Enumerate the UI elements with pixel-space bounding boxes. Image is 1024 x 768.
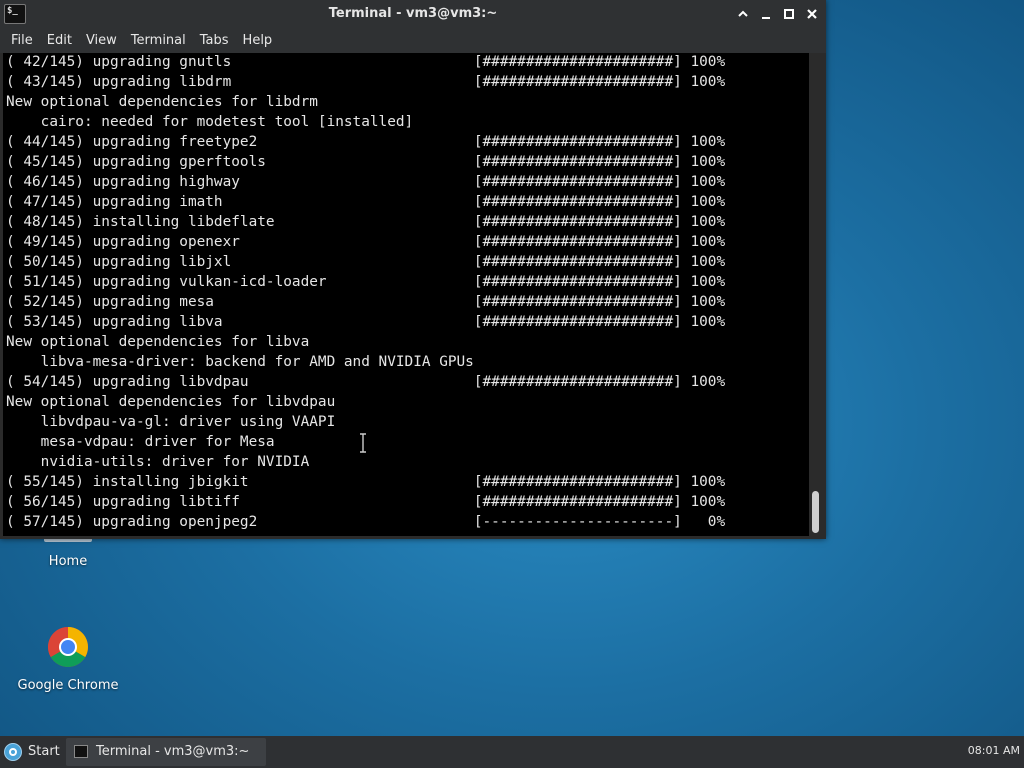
taskbar: Start Terminal - vm3@vm3:~ 08:01 AM (0, 736, 1024, 768)
terminal-line: libva-mesa-driver: backend for AMD and N… (6, 354, 474, 370)
terminal-line: ( 48/145) installing libdeflate [#######… (6, 214, 726, 230)
terminal-task-icon (74, 745, 88, 758)
terminal-line: ( 45/145) upgrading gperftools [########… (6, 154, 726, 170)
terminal-output[interactable]: ( 42/145) upgrading gnutls [############… (3, 53, 809, 536)
window-title: Terminal - vm3@vm3:~ (328, 6, 498, 21)
terminal-line: ( 44/145) upgrading freetype2 [#########… (6, 134, 726, 150)
menu-file[interactable]: File (0, 29, 40, 48)
text-cursor-icon (360, 433, 366, 453)
start-orb-icon (4, 743, 22, 761)
terminal-line: nvidia-utils: driver for NVIDIA (6, 454, 310, 470)
terminal-line: cairo: needed for modetest tool [install… (6, 114, 414, 130)
chevron-up-icon (738, 10, 748, 17)
terminal-line: libvdpau-va-gl: driver using VAAPI (6, 414, 336, 430)
clock[interactable]: 08:01 AM (968, 744, 1020, 757)
close-icon (807, 9, 817, 19)
terminal-line: New optional dependencies for libva (6, 334, 310, 350)
menu-tabs[interactable]: Tabs (193, 29, 236, 48)
roll-up-button[interactable] (733, 4, 753, 24)
chrome-icon (48, 627, 88, 667)
terminal-line: ( 46/145) upgrading highway [###########… (6, 174, 726, 190)
terminal-line: ( 55/145) installing jbigkit [##########… (6, 474, 726, 490)
taskbar-item-label: Terminal - vm3@vm3:~ (96, 744, 250, 759)
terminal-line: ( 53/145) upgrading libva [#############… (6, 314, 726, 330)
close-button[interactable] (802, 4, 822, 24)
terminal-window: $_ Terminal - vm3@vm3:~ File Edit View Term… (0, 0, 826, 539)
menu-terminal[interactable]: Terminal (124, 29, 193, 48)
minimize-icon (762, 17, 770, 19)
menu-bar: File Edit View Terminal Tabs Help (0, 29, 826, 53)
window-titlebar[interactable]: $_ Terminal - vm3@vm3:~ (0, 0, 826, 29)
terminal-line: ( 50/145) upgrading libjxl [############… (6, 254, 726, 270)
terminal-line: ( 52/145) upgrading mesa [##############… (6, 294, 726, 310)
maximize-button[interactable] (779, 4, 799, 24)
menu-edit[interactable]: Edit (40, 29, 79, 48)
terminal-line: ( 49/145) upgrading openexr [###########… (6, 234, 726, 250)
desktop-icon-google-chrome[interactable]: Google Chrome (8, 626, 128, 693)
start-label: Start (28, 744, 60, 759)
terminal-lines: ( 42/145) upgrading gnutls [############… (6, 53, 725, 532)
menu-view[interactable]: View (79, 29, 124, 48)
scrollbar[interactable] (809, 53, 823, 536)
terminal-line: ( 43/145) upgrading libdrm [############… (6, 74, 726, 90)
terminal-line: ( 47/145) upgrading imath [#############… (6, 194, 726, 210)
terminal-line: ( 56/145) upgrading libtiff [###########… (6, 494, 726, 510)
maximize-icon (784, 9, 794, 19)
terminal-line: New optional dependencies for libvdpau (6, 394, 336, 410)
terminal-line: New optional dependencies for libdrm (6, 94, 318, 110)
scrollbar-thumb[interactable] (812, 491, 819, 533)
desktop-icon-home[interactable]: Home (8, 536, 128, 569)
terminal-line: ( 57/145) upgrading openjpeg2 [---------… (6, 514, 726, 530)
chrome-label: Google Chrome (17, 678, 119, 693)
taskbar-item-terminal[interactable]: Terminal - vm3@vm3:~ (66, 738, 266, 766)
terminal-line: ( 51/145) upgrading vulkan-icd-loader [#… (6, 274, 726, 290)
terminal-line: ( 54/145) upgrading libvdpau [##########… (6, 374, 726, 390)
terminal-line: ( 42/145) upgrading gnutls [############… (6, 54, 726, 70)
menu-help[interactable]: Help (236, 29, 280, 48)
minimize-button[interactable] (756, 4, 776, 24)
home-label: Home (48, 554, 88, 569)
